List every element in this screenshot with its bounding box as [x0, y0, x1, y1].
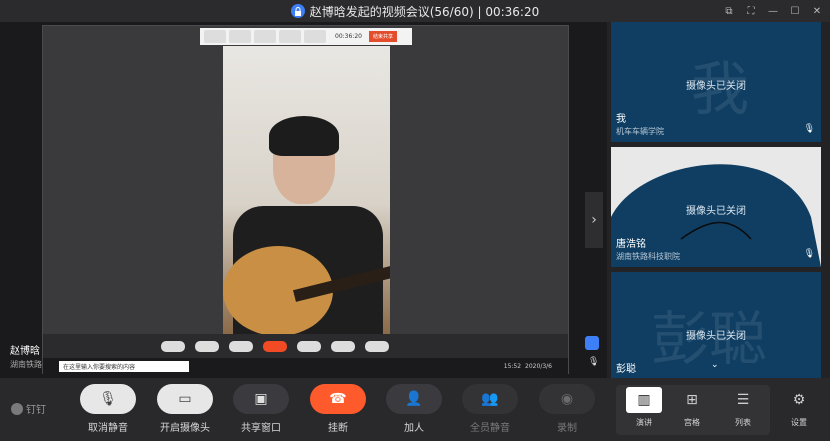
- participant-tile[interactable]: 我 摄像头已关闭 我 机车车辆学院 🎙: [611, 22, 821, 142]
- shared-record-pill: [365, 340, 389, 352]
- presenter-mic-icon: 🎙: [588, 357, 600, 367]
- settings-label: 设置: [791, 418, 807, 427]
- record-label: 录制: [557, 423, 577, 434]
- share-window-button[interactable]: ▣ 共享窗口: [233, 384, 289, 434]
- shared-camera-icon: [229, 30, 251, 43]
- shared-add-pill: [297, 340, 321, 352]
- mute-all-button[interactable]: 👥 全员静音: [462, 384, 518, 434]
- record-icon: ◉: [539, 384, 595, 414]
- shared-add-icon: [304, 30, 326, 43]
- shared-bottom-toolbar: [43, 334, 568, 358]
- app-logo-label: 钉钉: [26, 405, 46, 416]
- meeting-title: 赵博晗发起的视频会议(56/60) | 00:36:20: [309, 4, 540, 19]
- main-stage: 00:36:20 结束共享 在这里输入你要搜索的内容 15:52 2020/3/…: [0, 22, 607, 378]
- close-icon[interactable]: ✕: [810, 4, 824, 18]
- lock-icon: [290, 4, 305, 18]
- shared-mic-pill: [161, 340, 185, 352]
- list-view-label: 列表: [735, 418, 751, 427]
- mute-all-icon: 👥: [462, 384, 518, 414]
- app-logo: 钉钉: [11, 401, 46, 416]
- add-person-label: 加人: [404, 423, 424, 434]
- presenter-org: 湖南铁路: [10, 360, 42, 369]
- chevron-right-icon: ›: [591, 212, 597, 228]
- camera-status: 摄像头已关闭: [686, 81, 746, 92]
- shared-share-icon: [254, 30, 276, 43]
- unmute-button[interactable]: 🎙 取消静音: [80, 384, 136, 434]
- hangup-button[interactable]: ☎ 挂断: [310, 384, 366, 434]
- participant-org: 湖南铁路科技职院: [616, 252, 680, 261]
- shared-toolbar: 00:36:20 结束共享: [200, 28, 412, 45]
- mic-icon: 🎙: [803, 124, 815, 134]
- hangup-label: 挂断: [328, 423, 348, 434]
- participant-org: 机车车辆学院: [616, 127, 664, 136]
- grid-view-label: 宫格: [684, 418, 700, 427]
- add-person-button[interactable]: 👤 加人: [386, 384, 442, 434]
- presenter-video: [223, 46, 390, 334]
- shared-hangup-pill: [263, 340, 287, 352]
- speaker-view-button[interactable]: ▥ 演讲: [620, 387, 668, 428]
- person-hair: [269, 116, 339, 156]
- gear-icon: ⚙: [792, 392, 806, 408]
- camera-off-icon: ▭: [157, 384, 213, 414]
- fullscreen-icon[interactable]: ⛶: [744, 4, 758, 18]
- presenter-label: 赵博晗 湖南铁路: [10, 342, 42, 370]
- camera-button[interactable]: ▭ 开启摄像头: [157, 384, 213, 434]
- shared-stop-icon: [279, 30, 301, 43]
- next-page-button[interactable]: ›: [585, 192, 603, 248]
- hangup-icon: ☎: [310, 384, 366, 414]
- control-bar: 钉钉 🎙 取消静音 ▭ 开启摄像头 ▣ 共享窗口 ☎ 挂断 👤 加人 👥 全员静…: [0, 378, 830, 441]
- add-person-icon: 👤: [386, 384, 442, 414]
- windows-taskbar: 在这里输入你要搜索的内容 15:52 2020/3/6: [43, 358, 568, 374]
- taskbar-date: 2020/3/6: [525, 362, 552, 370]
- participant-tile[interactable]: 彭聪 摄像头已关闭 彭聪 ⌄: [611, 272, 821, 378]
- maximize-icon[interactable]: ☐: [788, 4, 802, 18]
- list-view-icon: ☰: [736, 392, 750, 408]
- dingtalk-icon: [11, 402, 23, 415]
- participant-tile[interactable]: 摄像头已关闭 唐浩铭 湖南铁路科技职院 🎙: [611, 147, 821, 267]
- taskbar-search: 在这里输入你要搜索的内容: [59, 360, 189, 372]
- camera-status: 摄像头已关闭: [686, 331, 746, 342]
- shared-timer: 00:36:20: [335, 33, 362, 40]
- tiles-scrollbar[interactable]: [825, 22, 830, 378]
- minimize-icon[interactable]: —: [766, 4, 780, 18]
- camera-label: 开启摄像头: [160, 423, 210, 434]
- participant-name: 我: [616, 114, 626, 125]
- mic-off-icon: 🎙: [80, 384, 136, 414]
- shared-mic-icon: [204, 30, 226, 43]
- grid-view-button[interactable]: ⊞ 宫格: [668, 387, 716, 428]
- grid-view-icon: ⊞: [686, 392, 698, 408]
- settings-button[interactable]: ⚙ 设置: [775, 387, 823, 428]
- camera-status: 摄像头已关闭: [686, 206, 746, 217]
- shared-screen: 00:36:20 结束共享 在这里输入你要搜索的内容 15:52 2020/3/…: [42, 25, 569, 374]
- shared-share-pill: [229, 340, 253, 352]
- list-view-button[interactable]: ☰ 列表: [719, 387, 767, 428]
- presenter-name: 赵博晗: [10, 346, 40, 357]
- end-share-button: 结束共享: [368, 31, 397, 42]
- pin-icon[interactable]: ⧉: [722, 4, 736, 18]
- participant-name: 彭聪: [616, 364, 636, 375]
- speaker-view-icon: ▥: [626, 387, 662, 413]
- shared-cam-pill: [195, 340, 219, 352]
- mic-icon: 🎙: [803, 249, 815, 259]
- share-window-label: 共享窗口: [241, 423, 281, 434]
- speaker-view-label: 演讲: [636, 418, 652, 427]
- chevron-down-icon[interactable]: ⌄: [711, 360, 731, 370]
- shared-muteall-pill: [331, 340, 355, 352]
- unmute-label: 取消静音: [88, 423, 128, 434]
- window-controls: ⧉ ⛶ — ☐ ✕: [722, 4, 824, 18]
- mute-all-label: 全员静音: [470, 423, 510, 434]
- title-bar: 赵博晗发起的视频会议(56/60) | 00:36:20 ⧉ ⛶ — ☐ ✕: [0, 0, 830, 22]
- taskbar-time: 15:52: [503, 362, 522, 370]
- chat-icon[interactable]: [585, 336, 599, 350]
- record-button[interactable]: ◉ 录制: [539, 384, 595, 434]
- participant-name: 唐浩铭: [616, 239, 646, 250]
- share-window-icon: ▣: [233, 384, 289, 414]
